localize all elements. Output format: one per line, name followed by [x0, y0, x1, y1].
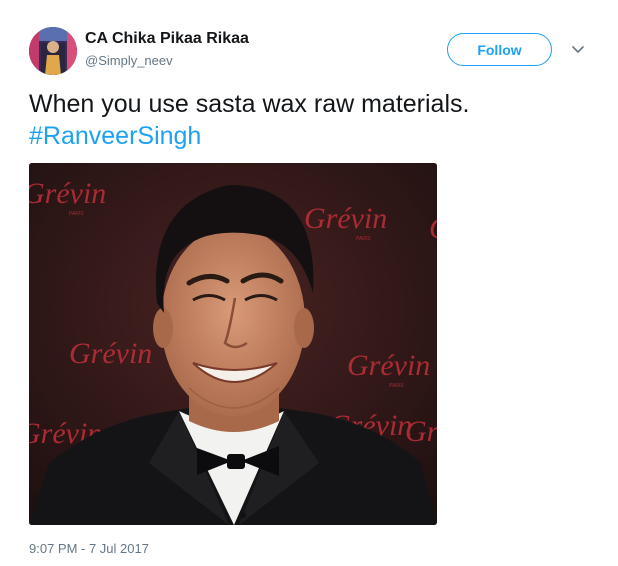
tweet-media-photo[interactable]: Grévin Grévin Grévin Grévin Grévin Grévi… [29, 163, 437, 525]
backdrop-logo-sub: PARIS [389, 383, 404, 389]
backdrop-logo-sub: PARIS [69, 211, 84, 217]
user-avatar[interactable] [29, 27, 77, 75]
hashtag-link[interactable]: #RanveerSingh [29, 120, 589, 152]
backdrop-logo: Grévin [29, 177, 106, 210]
user-display-name[interactable]: CA Chika Pikaa Rikaa [85, 30, 249, 48]
tweet-text-body: When you use sasta wax raw materials. [29, 90, 470, 118]
backdrop-logo: Grévin [347, 349, 430, 382]
tweet-text: When you use sasta wax raw materials. #R… [29, 88, 589, 152]
backdrop-logo: Grévin [304, 202, 387, 235]
wax-figure-photo: Grévin Grévin Grévin Grévin Grévin Grévi… [29, 163, 437, 525]
tweet-menu-button[interactable] [568, 40, 588, 60]
tweet-timestamp[interactable]: 9:07 PM - 7 Jul 2017 [29, 541, 149, 556]
backdrop-logo-sub: PARIS [356, 236, 371, 242]
user-handle[interactable]: @Simply_neev [85, 53, 173, 68]
backdrop-logo: Grévin [69, 337, 152, 370]
follow-button[interactable]: Follow [447, 33, 552, 66]
chevron-down-icon [572, 46, 584, 54]
backdrop-logo: Grévin [429, 212, 437, 245]
tweet-card: CA Chika Pikaa Rikaa @Simply_neev Follow… [0, 0, 618, 566]
avatar-image [29, 27, 77, 75]
backdrop-logo: Grévin [405, 415, 437, 448]
